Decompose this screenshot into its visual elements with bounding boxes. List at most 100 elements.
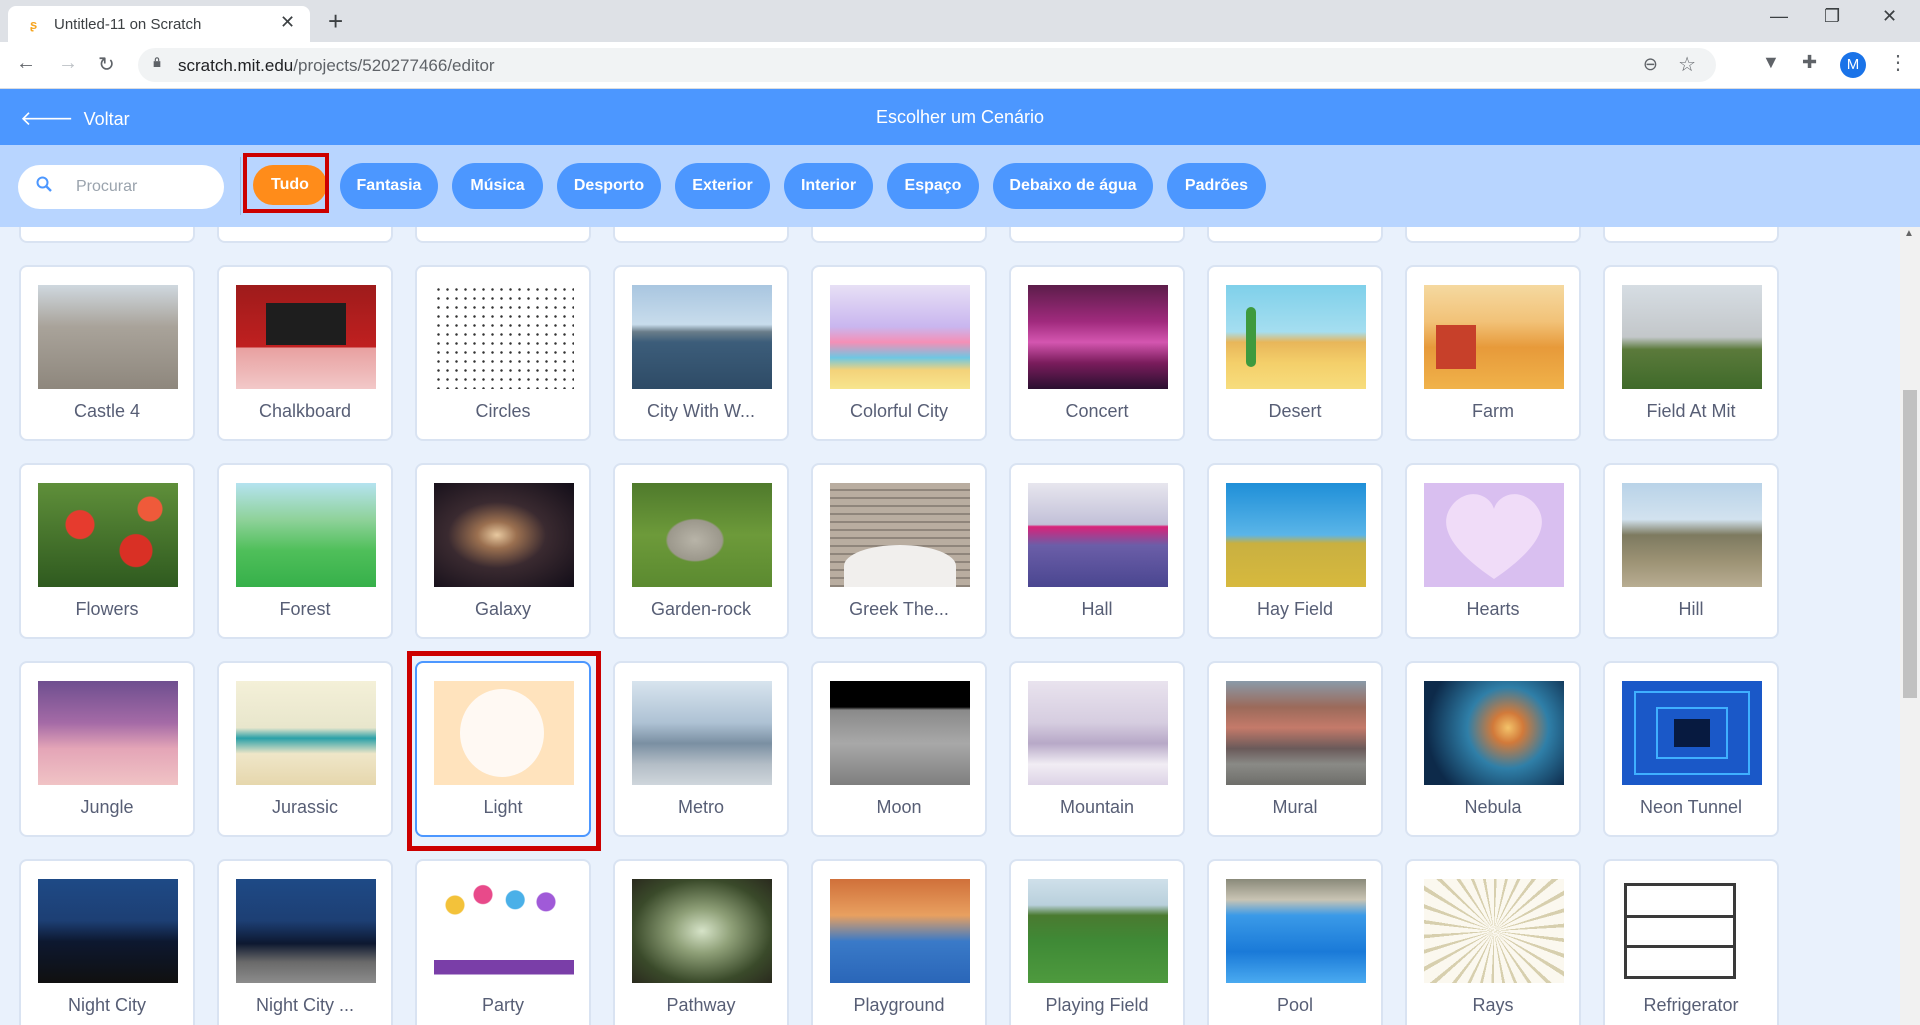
backdrop-label: Jurassic [271,797,338,817]
back-arrow-icon[interactable]: ← [16,52,36,75]
backdrop-label: Playing Field [1045,995,1149,1015]
backdrop-hearts[interactable]: Hearts [1405,463,1581,639]
backdrop-castle-4[interactable]: Castle 4 [19,265,195,441]
scratch-favicon-icon: ʂ [30,17,38,32]
backdrop-card[interactable] [1405,227,1581,243]
backdrop-label: Greek The... [849,599,949,619]
desert-thumbnail [1226,285,1366,389]
backdrop-hill[interactable]: Hill [1603,463,1779,639]
backdrop-label: Colorful City [849,401,949,421]
backdrop-card[interactable] [19,227,195,243]
backdrop-card[interactable] [415,227,591,243]
backdrop-card[interactable] [1207,227,1383,243]
search-input[interactable]: Procurar [18,165,224,209]
bookmark-star-icon[interactable]: ☆ [1678,52,1696,77]
filter-desporto[interactable]: Desporto [557,163,661,209]
castle-thumbnail [38,285,178,389]
backdrop-playing-field[interactable]: Playing Field [1009,859,1185,1025]
browser-tab[interactable]: ʂ Untitled-11 on Scratch ✕ [8,6,310,42]
backdrop-night-city-street[interactable]: Night City ... [217,859,393,1025]
close-window-icon[interactable]: ✕ [1882,6,1897,27]
scrollbar-thumb[interactable] [1903,390,1917,698]
backdrop-party[interactable]: Party [415,859,591,1025]
filter-debaixo-de-agua[interactable]: Debaixo de água [993,163,1153,209]
backdrop-concert[interactable]: Concert [1009,265,1185,441]
filter-musica[interactable]: Música [452,163,543,209]
restore-icon[interactable]: ❐ [1824,6,1840,27]
backdrop-card[interactable] [811,227,987,243]
backdrop-flowers[interactable]: Flowers [19,463,195,639]
chalkboard-thumbnail [236,285,376,389]
backdrop-hall[interactable]: Hall [1009,463,1185,639]
backdrop-pathway[interactable]: Pathway [613,859,789,1025]
backdrop-galaxy[interactable]: Galaxy [415,463,591,639]
zoom-icon[interactable]: ⊖ [1643,54,1658,75]
backdrop-greek-theater[interactable]: Greek The... [811,463,987,639]
reload-icon[interactable]: ↻ [98,52,115,77]
backdrop-jungle[interactable]: Jungle [19,661,195,837]
backdrop-card[interactable] [613,227,789,243]
hall-thumbnail [1028,483,1168,587]
backdrop-label: Rays [1472,995,1514,1015]
nebula-thumbnail [1424,681,1564,785]
mural-thumbnail [1226,681,1366,785]
divider [240,157,241,215]
address-bar[interactable]: scratch.mit.edu/projects/520277466/edito… [138,48,1716,82]
backdrop-hay-field[interactable]: Hay Field [1207,463,1383,639]
filter-espaco[interactable]: Espaço [887,163,979,209]
backdrop-card[interactable] [217,227,393,243]
forward-arrow-icon[interactable]: → [58,52,78,75]
backdrop-label: Neon Tunnel [1639,797,1743,817]
backdrop-label: Playground [853,995,945,1015]
backdrop-refrigerator[interactable]: Refrigerator [1603,859,1779,1025]
avatar[interactable]: M [1840,52,1866,78]
backdrop-farm[interactable]: Farm [1405,265,1581,441]
close-tab-icon[interactable]: ✕ [280,12,295,33]
backdrop-jurassic[interactable]: Jurassic [217,661,393,837]
backdrop-nebula[interactable]: Nebula [1405,661,1581,837]
backdrop-label: Jungle [80,797,134,817]
backdrop-metro[interactable]: Metro [613,661,789,837]
extension-icon[interactable]: ▼ [1762,52,1780,73]
filter-exterior[interactable]: Exterior [675,163,770,209]
backdrop-rays[interactable]: Rays [1405,859,1581,1025]
lock-icon [153,57,161,67]
mountain-thumbnail [1028,681,1168,785]
scroll-up-arrow-icon[interactable]: ▲ [1904,228,1914,239]
backdrop-desert[interactable]: Desert [1207,265,1383,441]
backdrop-card[interactable] [1009,227,1185,243]
backdrop-colorful-city[interactable]: Colorful City [811,265,987,441]
forest-thumbnail [236,483,376,587]
backdrop-field-at-mit[interactable]: Field At Mit [1603,265,1779,441]
puzzle-extensions-icon[interactable]: ✚ [1802,52,1817,73]
backdrop-night-city[interactable]: Night City [19,859,195,1025]
filter-padroes[interactable]: Padrões [1167,163,1266,209]
galaxy-thumbnail [434,483,574,587]
backdrop-mountain[interactable]: Mountain [1009,661,1185,837]
backdrop-label: Hall [1081,599,1113,619]
backdrop-mural[interactable]: Mural [1207,661,1383,837]
page-title: Escolher um Cenário [875,107,1045,127]
backdrop-forest[interactable]: Forest [217,463,393,639]
backdrop-card[interactable] [1603,227,1779,243]
backdrop-label: Mural [1272,797,1318,817]
backdrop-pool[interactable]: Pool [1207,859,1383,1025]
field-mit-thumbnail [1622,285,1762,389]
menu-kebab-icon[interactable]: ⋮ [1888,50,1908,75]
minimize-icon[interactable]: — [1770,6,1788,27]
backdrop-moon[interactable]: Moon [811,661,987,837]
new-tab-icon[interactable]: + [328,6,343,36]
filter-fantasia[interactable]: Fantasia [340,163,438,209]
backdrop-circles[interactable]: Circles [415,265,591,441]
backdrop-city-with-water[interactable]: City With W... [613,265,789,441]
filter-interior[interactable]: Interior [784,163,873,209]
backdrop-label: Pool [1276,995,1314,1015]
backdrop-neon-tunnel[interactable]: Neon Tunnel [1603,661,1779,837]
greek-theater-thumbnail [830,483,970,587]
backdrop-playground[interactable]: Playground [811,859,987,1025]
refrigerator-thumbnail [1622,879,1762,983]
backdrop-chalkboard[interactable]: Chalkboard [217,265,393,441]
city-water-thumbnail [632,285,772,389]
backdrop-label: Chalkboard [258,401,352,421]
backdrop-garden-rock[interactable]: Garden-rock [613,463,789,639]
